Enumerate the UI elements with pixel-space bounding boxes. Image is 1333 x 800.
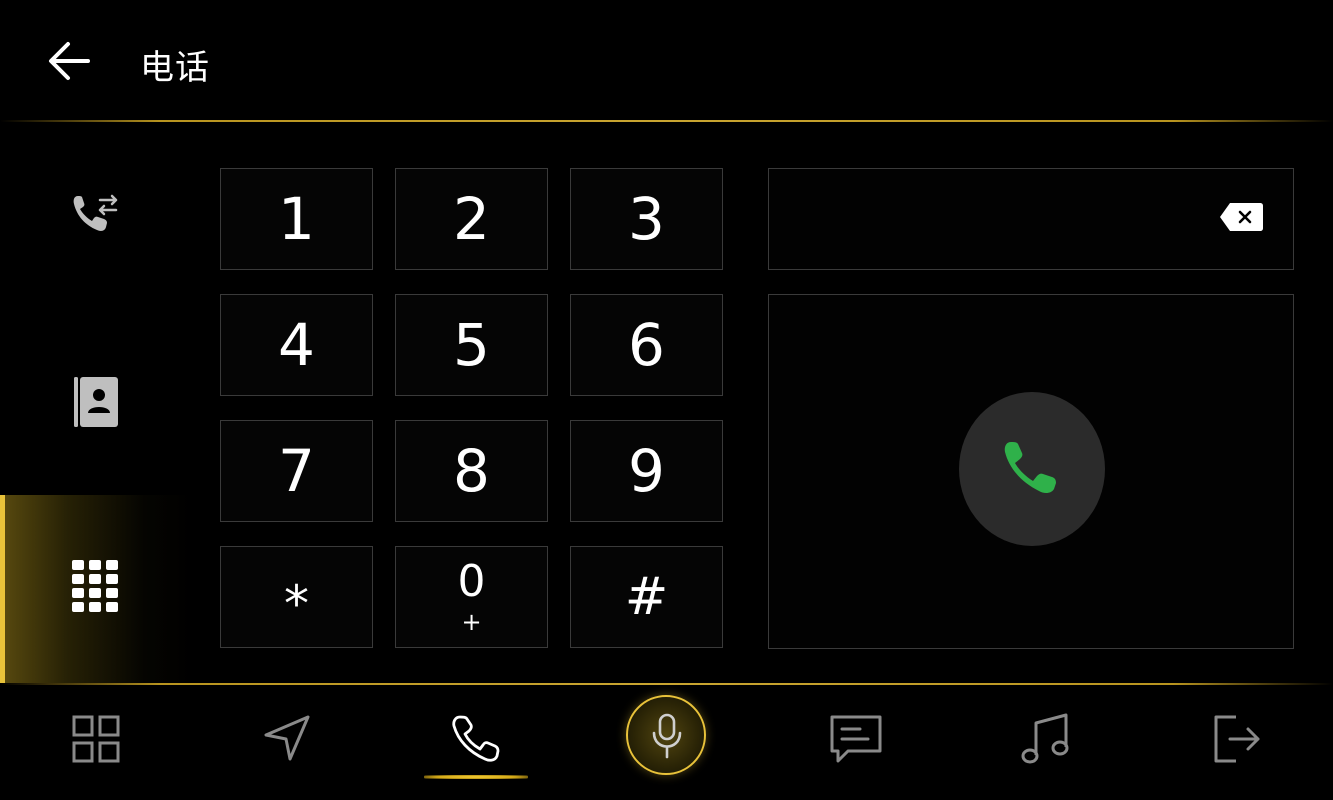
key-9[interactable]: 9 [570, 420, 723, 522]
header-divider [0, 120, 1333, 122]
active-nav-indicator [424, 775, 528, 779]
key-1[interactable]: 1 [220, 168, 373, 270]
key-0[interactable]: 0 + [395, 546, 548, 648]
key-digit: 9 [628, 437, 665, 505]
arrow-left-icon [49, 42, 90, 80]
key-5[interactable]: 5 [395, 294, 548, 396]
nav-item-messages[interactable] [796, 685, 916, 800]
key-3[interactable]: 3 [570, 168, 723, 270]
header-bar: 电话 [0, 0, 1333, 120]
app-grid-icon [72, 715, 120, 763]
key-digit: 7 [278, 437, 315, 505]
sidebar-item-recent-calls[interactable] [0, 160, 192, 270]
nav-item-navigation[interactable] [226, 685, 346, 800]
key-digit: 5 [453, 311, 490, 379]
call-button[interactable] [959, 392, 1105, 546]
key-digit: 8 [453, 437, 490, 505]
number-input-field[interactable] [768, 168, 1294, 270]
nav-item-apps[interactable] [36, 685, 156, 800]
voice-assistant-button[interactable] [626, 695, 706, 775]
dialpad-grid-icon [72, 560, 118, 612]
key-2[interactable]: 2 [395, 168, 548, 270]
key-digit: 1 [278, 185, 315, 253]
key-4[interactable]: 4 [220, 294, 373, 396]
key-7[interactable]: 7 [220, 420, 373, 522]
phone-icon [452, 715, 500, 762]
call-transfer-icon [73, 194, 118, 231]
microphone-icon [652, 713, 682, 759]
phone-icon [1004, 442, 1056, 494]
key-digit: 0 [457, 556, 486, 607]
sidebar-item-dialpad[interactable] [0, 495, 192, 683]
backspace-icon [1220, 203, 1263, 231]
sidebar-item-contacts[interactable] [0, 345, 192, 455]
key-digit: # [624, 567, 669, 627]
nav-item-music[interactable] [986, 685, 1106, 800]
backspace-button[interactable] [1218, 200, 1264, 234]
navigation-arrow-icon [264, 715, 310, 761]
nav-item-phone[interactable] [416, 685, 536, 800]
key-digit: * [284, 575, 309, 633]
key-star[interactable]: * [220, 546, 373, 648]
nav-item-exit[interactable] [1176, 685, 1296, 800]
back-button[interactable] [44, 38, 94, 84]
music-note-icon [1021, 713, 1069, 764]
page-title: 电话 [140, 48, 210, 88]
message-icon [830, 715, 882, 763]
bottom-navigation [0, 685, 1333, 800]
key-6[interactable]: 6 [570, 294, 723, 396]
key-8[interactable]: 8 [395, 420, 548, 522]
key-digit: 3 [628, 185, 665, 253]
key-subtext: + [461, 608, 482, 636]
contact-book-icon [74, 377, 118, 427]
key-digit: 4 [278, 311, 315, 379]
key-digit: 6 [628, 311, 665, 379]
key-digit: 2 [453, 185, 490, 253]
key-hash[interactable]: # [570, 546, 723, 648]
exit-icon [1214, 715, 1260, 763]
